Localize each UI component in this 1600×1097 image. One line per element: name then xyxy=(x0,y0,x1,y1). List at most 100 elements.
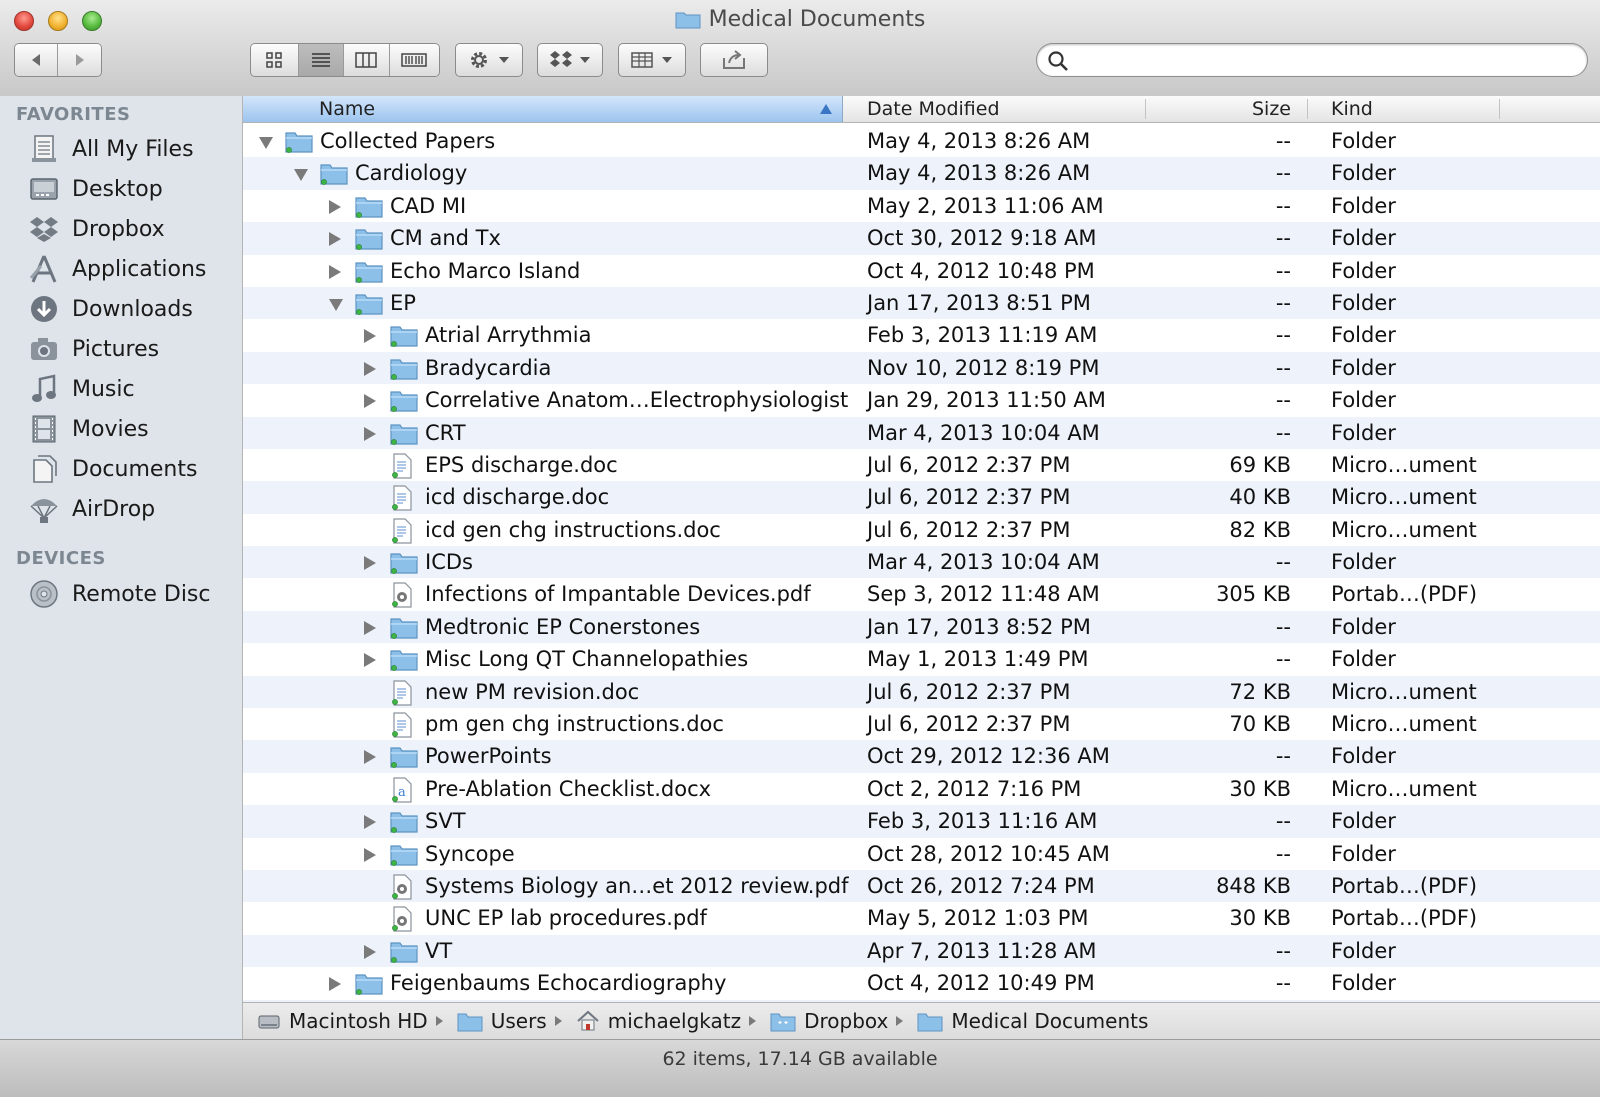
share-icon xyxy=(723,50,745,69)
folder-row[interactable]: Misc Long QT Channelopathies May 1, 2013 … xyxy=(243,643,1600,675)
back-button[interactable] xyxy=(15,44,59,76)
word-document-icon xyxy=(390,485,418,511)
file-row[interactable]: a Pre-Ablation Checklist.docx Oct 2, 2012 … xyxy=(243,773,1600,805)
file-row[interactable]: icd gen chg instructions.doc Jul 6, 2012 … xyxy=(243,514,1600,546)
disclosure-triangle-closed-icon[interactable] xyxy=(329,199,341,214)
sidebar-item-label: Remote Disc xyxy=(72,581,211,607)
file-kind: Folder xyxy=(1331,161,1396,186)
disclosure-triangle-closed-icon[interactable] xyxy=(364,426,376,441)
word-document-icon xyxy=(390,453,418,479)
folder-row[interactable]: Correlative Anatom…Electrophysiologist Ja… xyxy=(243,384,1600,416)
folder-row[interactable]: SVT Feb 3, 2013 11:16 AM -- Folder xyxy=(243,805,1600,838)
arrange-menu-button[interactable] xyxy=(618,43,686,77)
folder-row[interactable]: Feigenbaums Echocardiography Oct 4, 2012 … xyxy=(243,967,1600,999)
file-name: Pre-Ablation Checklist.docx xyxy=(425,776,712,801)
disclosure-triangle-closed-icon[interactable] xyxy=(364,653,376,668)
file-size: -- xyxy=(1275,161,1291,186)
file-row[interactable]: new PM revision.doc Jul 6, 2012 2:37 PM 72… xyxy=(243,675,1600,709)
folder-row[interactable]: VT Apr 7, 2013 11:28 AM -- Folder xyxy=(243,934,1600,968)
dropbox-menu-button[interactable] xyxy=(537,43,603,77)
sidebar-item-all-my-files[interactable]: All My Files xyxy=(28,131,238,167)
column-view-button[interactable] xyxy=(344,44,390,76)
path-segment[interactable]: Medical Documents xyxy=(917,1009,1148,1033)
disclosure-triangle-closed-icon[interactable] xyxy=(364,620,376,635)
forward-button[interactable] xyxy=(58,44,101,76)
folder-row[interactable]: Syncope Oct 28, 2012 10:45 AM -- Folder xyxy=(243,838,1600,870)
sidebar-item-music[interactable]: Music xyxy=(28,371,238,407)
sidebar-item-documents[interactable]: Documents xyxy=(28,451,238,487)
disclosure-triangle-closed-icon[interactable] xyxy=(364,329,376,344)
disclosure-triangle-closed-icon[interactable] xyxy=(329,264,341,279)
path-segment[interactable]: Macintosh HD xyxy=(257,1009,443,1033)
disclosure-triangle-closed-icon[interactable] xyxy=(329,977,341,992)
folder-icon xyxy=(390,939,418,963)
path-segment[interactable]: Dropbox xyxy=(770,1009,904,1033)
file-date-modified: Mar 4, 2013 10:04 AM xyxy=(867,420,1100,445)
search-input[interactable] xyxy=(1077,48,1581,74)
folder-row[interactable]: CAD MI May 2, 2013 11:06 AM -- Folder xyxy=(243,190,1600,222)
file-name: CM and Tx xyxy=(390,226,501,251)
folder-row[interactable]: PowerPoints Oct 29, 2012 12:36 AM -- Folder xyxy=(243,740,1600,773)
folder-row[interactable]: Medtronic EP Conerstones Jan 17, 2013 8:5… xyxy=(243,610,1600,644)
share-button[interactable] xyxy=(700,43,768,77)
column-header-size[interactable]: Size xyxy=(1183,96,1291,122)
column-divider[interactable] xyxy=(1499,99,1500,119)
folder-row[interactable]: Bradycardia Nov 10, 2012 8:19 PM -- Folder xyxy=(243,351,1600,385)
disclosure-triangle-open-icon[interactable] xyxy=(259,137,273,149)
disclosure-triangle-open-icon[interactable] xyxy=(329,298,343,311)
list-view-button[interactable] xyxy=(298,44,345,76)
file-row[interactable]: Infections of Impantable Devices.pdf Sep … xyxy=(243,578,1600,610)
action-menu-button[interactable] xyxy=(455,43,523,77)
column-divider[interactable] xyxy=(1145,99,1146,119)
folder-icon xyxy=(390,550,418,574)
sidebar-item-applications[interactable]: Applications xyxy=(28,251,238,287)
file-kind: Folder xyxy=(1331,323,1396,348)
disclosure-triangle-closed-icon[interactable] xyxy=(364,361,376,376)
sidebar-item-desktop[interactable]: Desktop xyxy=(28,171,238,207)
coverflow-view-button[interactable] xyxy=(389,44,439,76)
disclosure-triangle-closed-icon[interactable] xyxy=(364,750,376,765)
file-row[interactable]: Systems Biology an…et 2012 review.pdf Oct… xyxy=(243,869,1600,903)
folder-row[interactable]: Cardiology May 4, 2013 8:26 AM -- Folder xyxy=(243,157,1600,190)
file-row[interactable]: icd discharge.doc Jul 6, 2012 2:37 PM 40 K… xyxy=(243,481,1600,514)
folder-row[interactable]: CRT Mar 4, 2013 10:04 AM -- Folder xyxy=(243,416,1600,449)
file-row[interactable]: UNC EP lab procedures.pdf May 5, 2012 1:0… xyxy=(243,902,1600,934)
disclosure-triangle-open-icon[interactable] xyxy=(294,169,308,182)
sidebar-item-pictures[interactable]: Pictures xyxy=(28,331,238,367)
folder-row[interactable]: Atrial Arrythmia Feb 3, 2013 11:19 AM -- Fo… xyxy=(243,319,1600,351)
sidebar-item-remote-disc[interactable]: Remote Disc xyxy=(28,576,238,612)
column-header-name[interactable]: Name xyxy=(243,96,843,122)
path-segment-label: Macintosh HD xyxy=(289,1009,428,1033)
disclosure-triangle-closed-icon[interactable] xyxy=(364,847,376,862)
file-row[interactable]: EPS discharge.doc Jul 6, 2012 2:37 PM 69 K… xyxy=(243,449,1600,481)
file-name: new PM revision.doc xyxy=(425,679,640,704)
folder-icon xyxy=(390,842,418,866)
column-header-date[interactable]: Date Modified xyxy=(867,96,1147,122)
file-row[interactable]: pm gen chg instructions.doc Jul 6, 2012 2… xyxy=(243,708,1600,740)
column-divider[interactable] xyxy=(1307,99,1308,119)
column-header-kind[interactable]: Kind xyxy=(1331,96,1491,122)
folder-row[interactable]: ICDs Mar 4, 2013 10:04 AM -- Folder xyxy=(243,546,1600,579)
file-size: -- xyxy=(1275,614,1291,639)
word-document-icon xyxy=(390,712,418,738)
disclosure-triangle-closed-icon[interactable] xyxy=(364,815,376,830)
disclosure-triangle-closed-icon[interactable] xyxy=(364,944,376,959)
path-segment[interactable]: Users xyxy=(457,1009,562,1033)
file-name: ICDs xyxy=(425,550,473,575)
folder-row[interactable]: Collected Papers May 4, 2013 8:26 AM -- Fol… xyxy=(243,125,1600,157)
folder-row[interactable]: CM and Tx Oct 30, 2012 9:18 AM -- Folder xyxy=(243,222,1600,255)
path-segment[interactable]: michaelgkatz xyxy=(576,1009,757,1033)
search-field[interactable] xyxy=(1036,43,1588,77)
disclosure-triangle-closed-icon[interactable] xyxy=(364,394,376,409)
disclosure-triangle-closed-icon[interactable] xyxy=(329,232,341,247)
sidebar-item-movies[interactable]: Movies xyxy=(28,411,238,447)
sidebar-item-airdrop[interactable]: AirDrop xyxy=(28,491,238,527)
disclosure-triangle-closed-icon[interactable] xyxy=(364,556,376,571)
sidebar-item-label: Applications xyxy=(72,256,207,282)
folder-row[interactable]: Echo Marco Island Oct 4, 2012 10:48 PM -- F… xyxy=(243,255,1600,287)
airdrop-icon xyxy=(28,493,60,525)
sidebar-item-dropbox[interactable]: Dropbox xyxy=(28,211,238,247)
icon-view-button[interactable] xyxy=(251,44,299,76)
sidebar-item-downloads[interactable]: Downloads xyxy=(28,291,238,327)
folder-row[interactable]: EP Jan 17, 2013 8:51 PM -- Folder xyxy=(243,286,1600,320)
